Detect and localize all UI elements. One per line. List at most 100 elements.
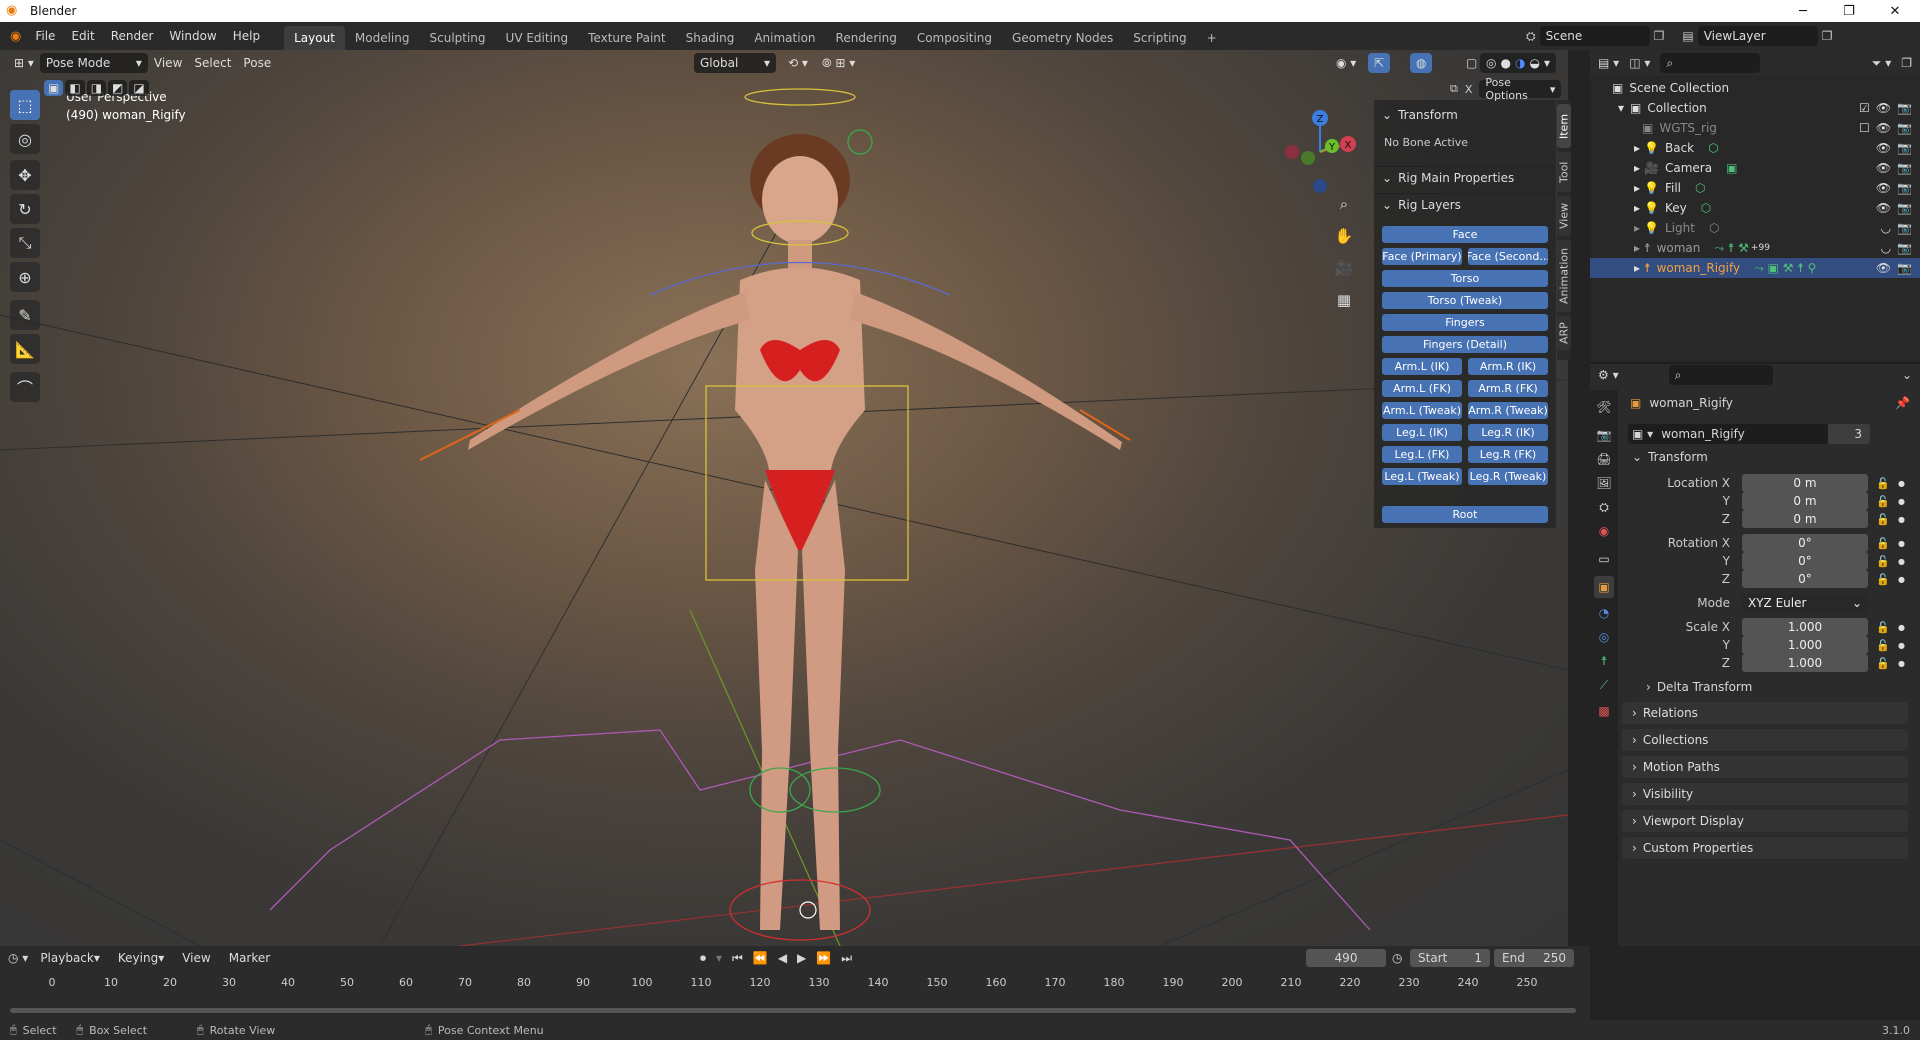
scale-tool[interactable]: ⤡ (10, 228, 40, 258)
rotation-y-field[interactable]: 0° (1742, 552, 1868, 570)
unlock-icon[interactable]: 🔓 (1876, 639, 1890, 652)
checkbox-icon[interactable]: ☐ (1859, 121, 1870, 135)
editor-type-icon[interactable]: ▤ ▾ (1598, 56, 1619, 70)
outliner-collection[interactable]: ▾ ▣ Collection ☑ 👁 📷 (1590, 98, 1920, 118)
rig-layer-leg-r-tweak-button[interactable]: Leg.R (Tweak) (1468, 468, 1548, 485)
chevron-down-icon[interactable]: ⌄ (1902, 368, 1912, 382)
rig-layers-header[interactable]: ⌄ Rig Layers (1374, 193, 1554, 215)
tab-view[interactable]: View (1557, 196, 1571, 236)
chevron-down-icon[interactable]: ▾ (1544, 56, 1550, 70)
minimize-button[interactable]: ─ (1780, 0, 1826, 22)
user-count[interactable]: 3 (1828, 424, 1870, 444)
tab-animation[interactable]: Animation (744, 26, 825, 50)
gizmo-neg-x-ball[interactable] (1285, 145, 1299, 159)
rig-layer-root-button[interactable]: Root (1382, 506, 1548, 523)
tab-modeling[interactable]: Modeling (345, 26, 420, 50)
editor-type-icon[interactable]: ⊞ ▾ (8, 53, 40, 73)
camera-icon[interactable]: 📷 (1897, 261, 1912, 275)
unlock-icon[interactable]: 🔓 (1876, 555, 1890, 568)
scene-selector[interactable]: Scene (1539, 26, 1650, 46)
view-layer-selector[interactable]: ViewLayer (1697, 26, 1818, 46)
rotation-z-field[interactable]: 0° (1742, 570, 1868, 588)
outliner-item-key[interactable]: ▸ 💡 Key ⬡ 👁 📷 (1590, 198, 1920, 218)
tab-rendering[interactable]: Rendering (826, 26, 907, 50)
unlock-icon[interactable]: 🔓 (1876, 513, 1890, 526)
scene-properties-icon[interactable]: ⛭ (1594, 496, 1614, 518)
texture-properties-icon[interactable]: ▩ (1594, 700, 1614, 722)
view-layer-icon[interactable]: ▤ (1682, 29, 1693, 43)
tab-tool[interactable]: Tool (1557, 152, 1571, 192)
rig-main-properties-header[interactable]: ⌄ Rig Main Properties (1374, 166, 1554, 188)
scale-z-field[interactable]: 1.000 (1742, 654, 1868, 672)
menu-pose[interactable]: Pose (237, 53, 277, 73)
section-collections[interactable]: › Collections (1622, 729, 1908, 751)
outliner-search-input[interactable]: ⌕ (1660, 53, 1761, 73)
select-extend-icon[interactable]: ◧ (65, 80, 85, 96)
tool-properties-icon[interactable]: 🛠 (1594, 396, 1614, 418)
outliner-item-camera[interactable]: ▸ 🎥 Camera ▣ 👁 📷 (1590, 158, 1920, 178)
rendered-shading-icon[interactable]: ◒ (1529, 56, 1539, 70)
keyframe-dot-icon[interactable]: ● (1898, 575, 1905, 584)
new-scene-icon[interactable]: ❐ (1654, 29, 1665, 43)
world-properties-icon[interactable]: ◉ (1594, 520, 1614, 542)
camera-icon[interactable]: 📷 (1897, 221, 1912, 235)
keyframe-dot-icon[interactable]: ● (1898, 515, 1905, 524)
eye-icon[interactable]: 👁 (1876, 121, 1891, 135)
camera-icon[interactable]: 📷 (1897, 181, 1912, 195)
rig-layer-face-secondary-button[interactable]: Face (Second... (1468, 248, 1548, 265)
delta-transform-subpanel[interactable]: › Delta Transform (1646, 680, 1752, 694)
section-viewport-display[interactable]: › Viewport Display (1622, 810, 1908, 832)
visibility-icon[interactable]: ◉ ▾ (1330, 53, 1362, 73)
tab-texture-paint[interactable]: Texture Paint (578, 26, 675, 50)
ortho-grid-icon[interactable]: ▦ (1330, 286, 1358, 314)
render-properties-icon[interactable]: 📷 (1594, 424, 1614, 446)
camera-icon[interactable]: 📷 (1897, 101, 1912, 115)
object-properties-icon[interactable]: ▣ (1594, 576, 1614, 598)
new-collection-icon[interactable]: ❐ (1901, 56, 1912, 70)
mode-selector[interactable]: Pose Mode ▾ (39, 53, 148, 73)
menu-help[interactable]: Help (225, 29, 268, 43)
timeline-scrollbar[interactable] (10, 1008, 1576, 1013)
measure-tool[interactable]: 📐 (10, 334, 40, 364)
blender-menu-icon[interactable]: ◉ (10, 29, 21, 44)
rig-layer-arm-r-ik-button[interactable]: Arm.R (IK) (1468, 358, 1548, 375)
object-data-properties-icon[interactable]: ☨ (1594, 650, 1614, 672)
solid-shading-icon[interactable]: ● (1500, 56, 1510, 70)
scale-x-field[interactable]: 1.000 (1742, 618, 1868, 636)
menu-file[interactable]: File (27, 29, 63, 43)
outliner-item-light[interactable]: ▸ 💡 Light ⬡ ◡ 📷 (1590, 218, 1920, 238)
rig-layer-fingers-button[interactable]: Fingers (1382, 314, 1548, 331)
keyframe-dot-icon[interactable]: ● (1898, 641, 1905, 650)
camera-icon[interactable]: 📷 (1897, 121, 1912, 135)
tab-arp[interactable]: ARP (1557, 316, 1571, 350)
outliner-scene-collection[interactable]: ▣ Scene Collection (1590, 78, 1920, 98)
outliner-item-wgts[interactable]: ▣ WGTS_rig ☐ 👁 📷 (1590, 118, 1920, 138)
keyframe-dot-icon[interactable]: ● (1898, 479, 1905, 488)
close-button[interactable]: ✕ (1872, 0, 1918, 22)
gizmo-neg-y-ball[interactable] (1301, 151, 1315, 165)
rig-layer-arm-r-fk-button[interactable]: Arm.R (FK) (1468, 380, 1548, 397)
outliner-item-woman[interactable]: ▸ ☨ woman ⤳ ☨ ⚒ +99 ◡ 📷 (1590, 238, 1920, 258)
menu-view[interactable]: View (148, 53, 188, 73)
transform-section-header[interactable]: ⌄ Transform (1632, 450, 1708, 464)
camera-icon[interactable]: 📷 (1897, 141, 1912, 155)
new-view-layer-icon[interactable]: ❐ (1822, 29, 1833, 43)
pivot-icon[interactable]: ⟲ ▾ (782, 53, 814, 73)
tab-item[interactable]: Item (1557, 104, 1571, 148)
select-new-icon[interactable]: ▣ (44, 80, 64, 96)
menu-window[interactable]: Window (161, 29, 224, 43)
output-properties-icon[interactable]: 🖨 (1594, 448, 1614, 470)
filter-icon[interactable]: ⏷ ▾ (1872, 56, 1891, 71)
mirror-icon[interactable]: ⧉ (1450, 82, 1458, 96)
collection-properties-icon[interactable]: ▭ (1594, 548, 1614, 570)
transform-tool[interactable]: ⊕ (10, 262, 40, 292)
scale-y-field[interactable]: 1.000 (1742, 636, 1868, 654)
eye-icon[interactable]: 👁 (1876, 201, 1891, 215)
rig-layer-face-primary-button[interactable]: Face (Primary) (1382, 248, 1462, 265)
rig-layer-arm-r-tweak-button[interactable]: Arm.R (Tweak) (1468, 402, 1548, 419)
outliner-item-back[interactable]: ▸ 💡 Back ⬡ 👁 📷 (1590, 138, 1920, 158)
snap-icon[interactable]: ⦾ ⊞ ▾ (816, 53, 861, 73)
pose-options-dropdown[interactable]: Pose Options ▾ (1479, 76, 1562, 102)
eye-closed-icon[interactable]: ◡ (1881, 241, 1891, 255)
maximize-button[interactable]: ❐ (1826, 0, 1872, 22)
